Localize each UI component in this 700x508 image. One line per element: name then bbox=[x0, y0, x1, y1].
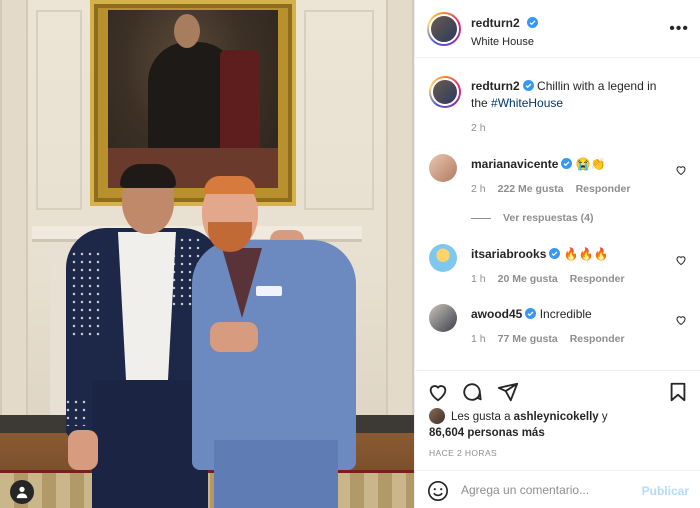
post-sidebar: redturn2 White House ••• redturn2 Chilli… bbox=[414, 0, 700, 508]
person-left-shirt bbox=[118, 232, 176, 382]
comment-text: Incredible bbox=[539, 307, 592, 321]
comment-time: 1 h bbox=[471, 333, 486, 345]
wall-pilaster bbox=[386, 0, 414, 420]
post-timestamp: HACE 2 HORAS bbox=[429, 448, 498, 458]
reply-button[interactable]: Responder bbox=[570, 273, 625, 285]
comment-composer: Publicar bbox=[415, 470, 700, 508]
verified-badge-icon bbox=[525, 308, 537, 319]
author-username[interactable]: redturn2 bbox=[471, 16, 520, 30]
comment-likes[interactable]: 20 Me gusta bbox=[498, 273, 558, 285]
likes-prefix: Les gusta a bbox=[451, 411, 511, 423]
comment-text: 😭👏 bbox=[575, 157, 606, 171]
more-options-icon[interactable]: ••• bbox=[669, 20, 689, 38]
reply-button[interactable]: Responder bbox=[576, 183, 631, 195]
embroidery bbox=[70, 250, 104, 340]
author-avatar[interactable] bbox=[429, 76, 461, 108]
comment-heart-icon[interactable] bbox=[675, 314, 687, 326]
comment-likes[interactable]: 77 Me gusta bbox=[498, 333, 558, 345]
comment-input[interactable] bbox=[461, 479, 631, 501]
location-link[interactable]: White House bbox=[471, 36, 538, 48]
wall-panel bbox=[36, 10, 82, 210]
comment-time: 1 h bbox=[471, 273, 486, 285]
post-photo[interactable] bbox=[0, 0, 414, 508]
likes-suffix: y bbox=[601, 411, 608, 423]
embroidery bbox=[64, 398, 88, 426]
caption-time: 2 h bbox=[471, 122, 486, 134]
commenter-avatar[interactable] bbox=[429, 154, 457, 182]
author-avatar[interactable] bbox=[427, 12, 461, 46]
comment-heart-icon[interactable] bbox=[675, 164, 687, 176]
commenter-avatar[interactable] bbox=[429, 244, 457, 272]
action-bar bbox=[415, 370, 700, 410]
wall-pilaster bbox=[0, 0, 28, 420]
liker-username[interactable]: ashleynicokelly bbox=[514, 411, 599, 423]
comment-username[interactable]: marianavicente bbox=[471, 157, 558, 171]
paper-plane-icon[interactable] bbox=[497, 381, 519, 403]
comment-likes[interactable]: 222 Me gusta bbox=[498, 183, 564, 195]
liker-avatar[interactable] bbox=[429, 408, 445, 424]
verified-badge-icon bbox=[561, 158, 573, 169]
post-header: redturn2 White House ••• bbox=[415, 0, 700, 58]
hand bbox=[68, 430, 98, 470]
person-right-hair bbox=[204, 176, 256, 194]
commenter-avatar[interactable] bbox=[429, 304, 457, 332]
person-left-pants bbox=[92, 380, 208, 508]
heart-icon[interactable] bbox=[427, 381, 449, 403]
verified-badge-icon bbox=[527, 17, 539, 28]
reply-button[interactable]: Responder bbox=[570, 333, 625, 345]
person-icon[interactable] bbox=[10, 480, 34, 504]
comments-list: redturn2 Chillin with a legend in the #W… bbox=[415, 58, 700, 370]
publish-button[interactable]: Publicar bbox=[642, 484, 689, 498]
bookmark-icon[interactable] bbox=[667, 381, 689, 403]
person-right-pants bbox=[214, 440, 338, 508]
comment-icon[interactable] bbox=[461, 381, 483, 403]
likes-summary: Les gusta a ashleynicokelly y 86,604 per… bbox=[429, 408, 689, 441]
caption-username[interactable]: redturn2 bbox=[471, 79, 520, 93]
view-replies-button[interactable]: Ver respuestas (4) bbox=[471, 212, 593, 224]
comment-time: 2 h bbox=[471, 183, 486, 195]
verified-badge-icon bbox=[522, 80, 534, 91]
hand bbox=[210, 322, 258, 352]
comment-username[interactable]: itsariabrooks bbox=[471, 247, 546, 261]
comment-heart-icon[interactable] bbox=[675, 254, 687, 266]
caption-hashtag[interactable]: #WhiteHouse bbox=[491, 96, 563, 110]
person-left-hair bbox=[120, 164, 176, 188]
wall-panel bbox=[304, 10, 374, 210]
comment-text: 🔥🔥🔥 bbox=[563, 247, 609, 261]
person-right-jacket bbox=[192, 240, 356, 470]
likes-count[interactable]: 86,604 personas más bbox=[429, 427, 545, 439]
pocket-square bbox=[256, 286, 282, 296]
verified-badge-icon bbox=[549, 248, 561, 259]
comment-username[interactable]: awood45 bbox=[471, 307, 522, 321]
emoji-icon[interactable] bbox=[427, 480, 449, 502]
